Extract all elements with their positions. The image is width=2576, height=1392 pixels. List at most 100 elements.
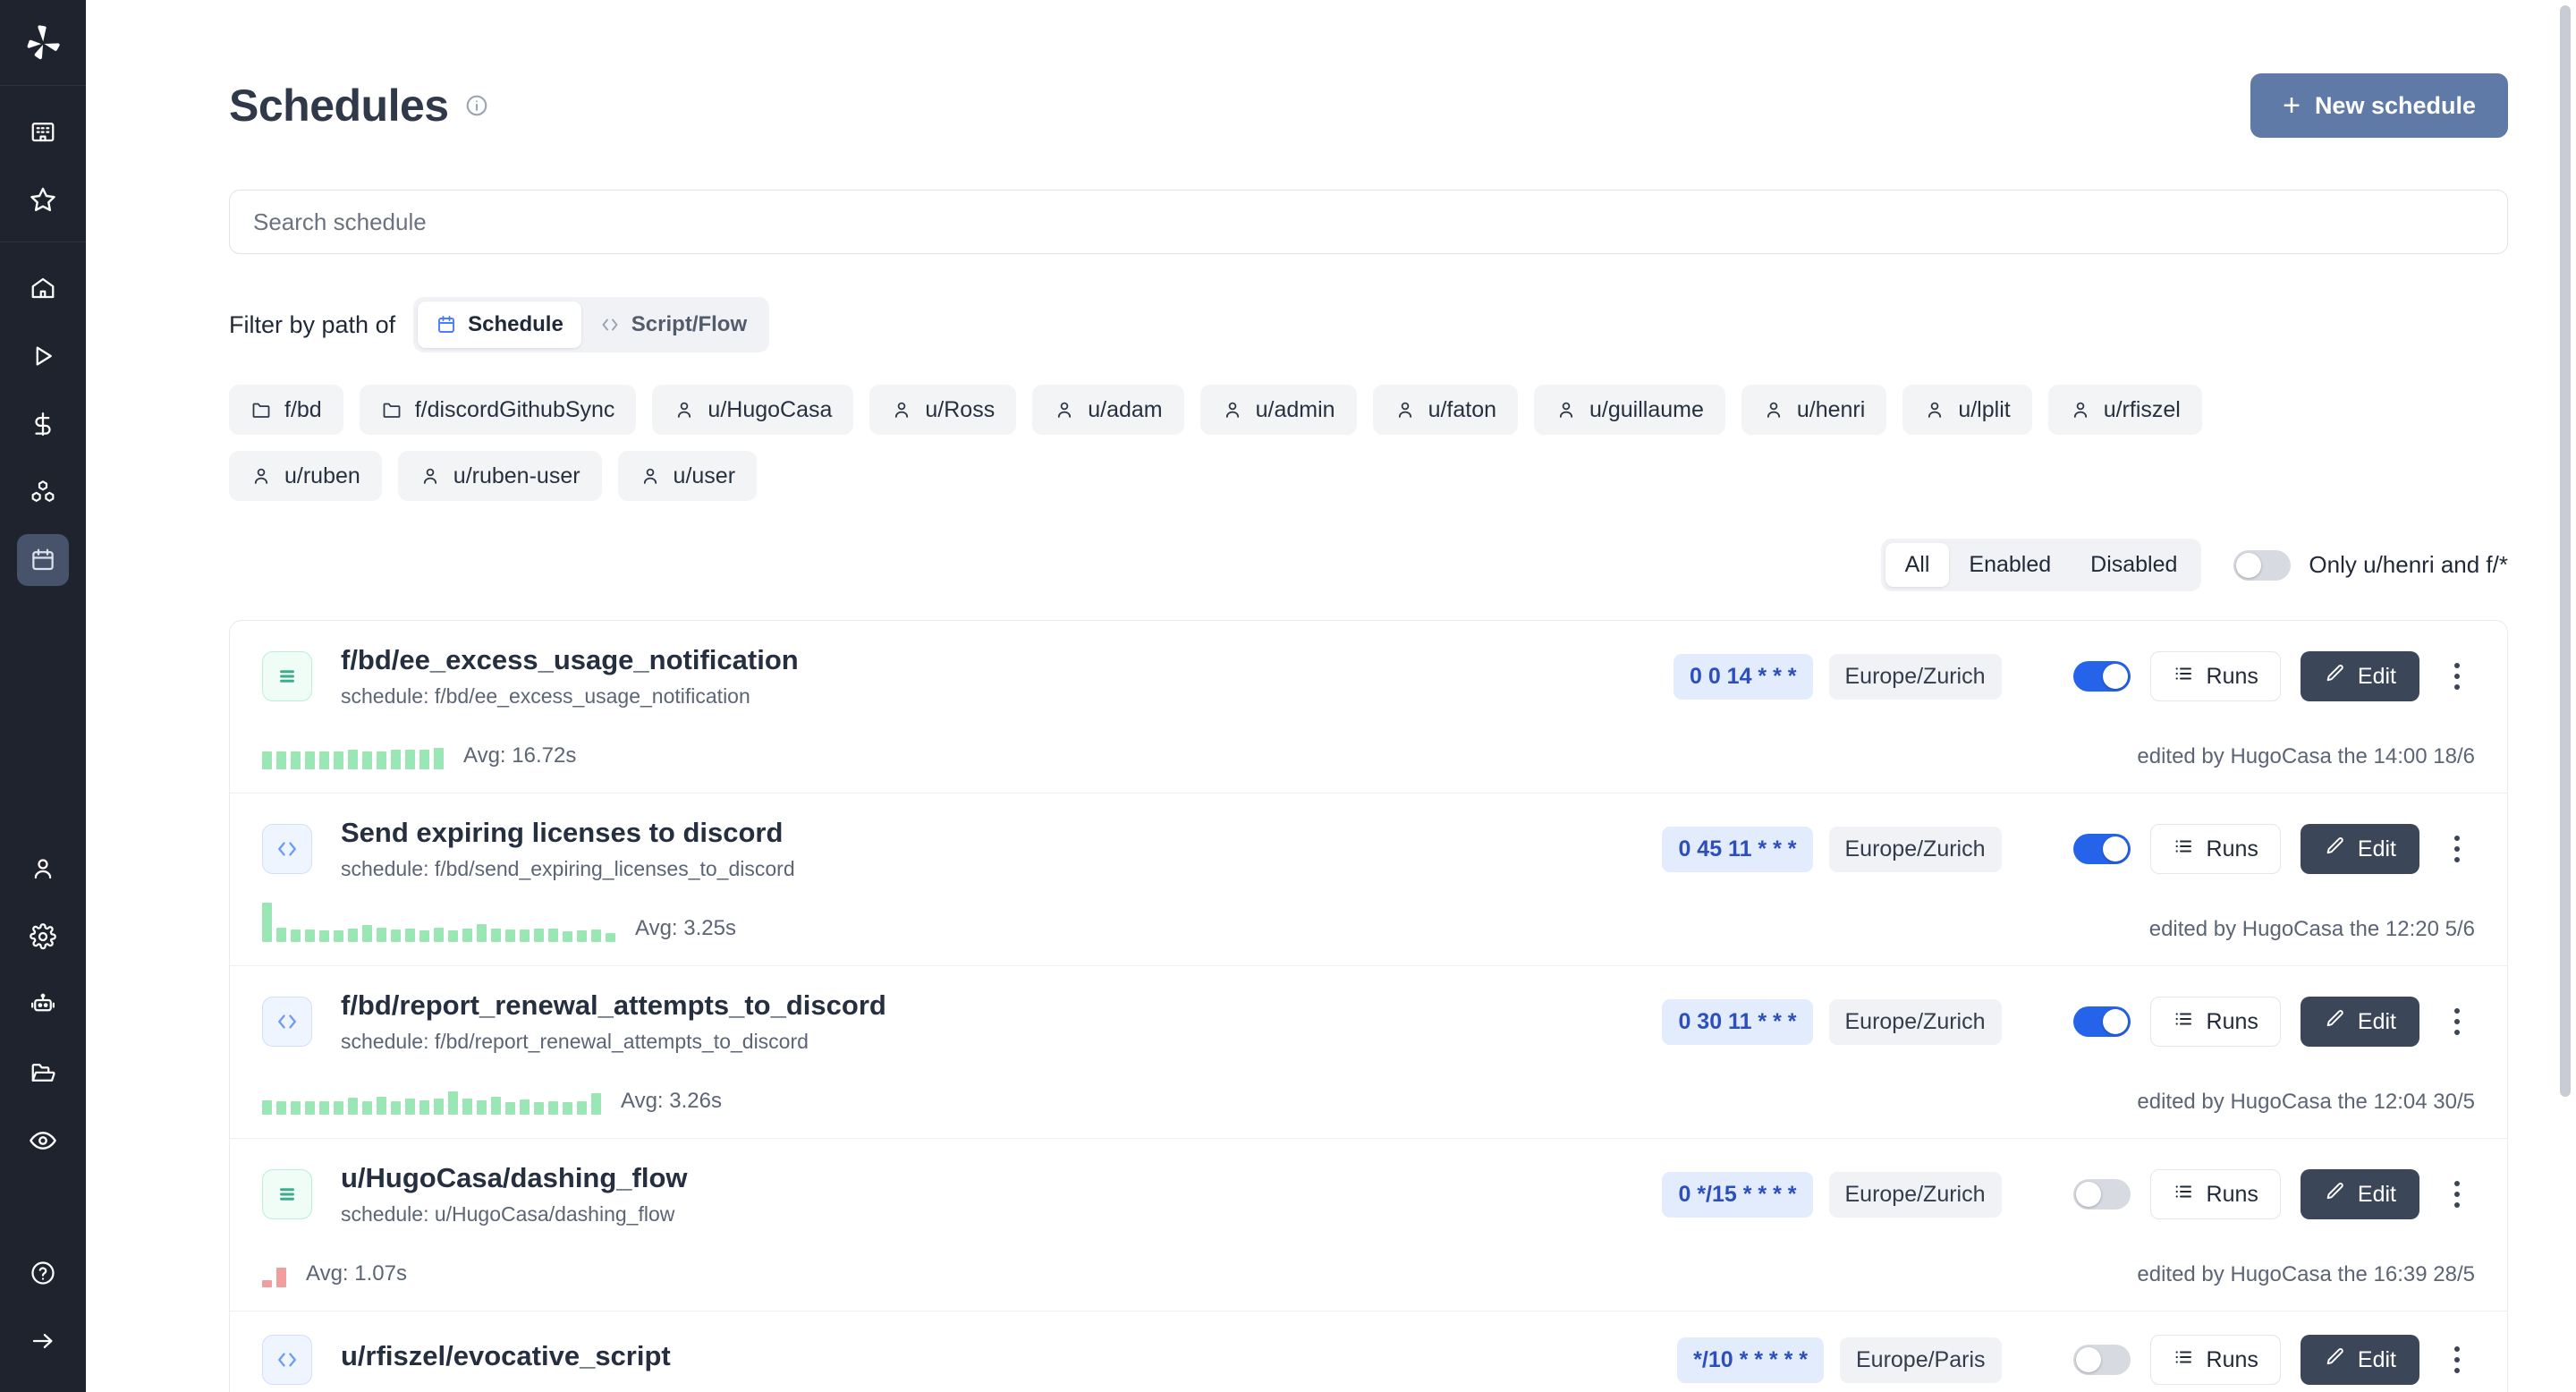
path-chip[interactable]: u/user	[618, 451, 757, 501]
filter-all[interactable]: All	[1885, 543, 1950, 587]
path-chip-label: u/guillaume	[1589, 397, 1704, 423]
sidebar-item-folders[interactable]	[17, 1047, 69, 1099]
sidebar-item-schedules[interactable]	[17, 534, 69, 586]
runs-list-icon	[2173, 1008, 2194, 1036]
path-chip[interactable]: u/henri	[1741, 385, 1886, 435]
schedule-actions: Runs Edit	[2073, 1335, 2475, 1385]
runs-button[interactable]: Runs	[2150, 1169, 2281, 1219]
info-icon[interactable]	[465, 94, 488, 117]
timezone-badge: Europe/Zurich	[1829, 1172, 2002, 1218]
filter-type-tabs: Schedule Script/Flow	[413, 297, 769, 352]
schedule-actions: Runs Edit	[2073, 997, 2475, 1047]
spark-bar	[262, 1280, 272, 1287]
tab-script-flow[interactable]: Script/Flow	[581, 301, 765, 348]
sidebar-item-account[interactable]	[17, 843, 69, 895]
only-mine-switch[interactable]	[2233, 550, 2291, 581]
path-chip[interactable]: u/admin	[1200, 385, 1357, 435]
path-chip[interactable]: u/lplit	[1902, 385, 2031, 435]
script-icon	[262, 1335, 312, 1385]
spark-bar	[405, 1099, 415, 1115]
path-chip[interactable]: u/ruben	[229, 451, 382, 501]
edit-label: Edit	[2358, 1009, 2396, 1035]
path-chip[interactable]: u/rfiszel	[2048, 385, 2202, 435]
spark-bar	[606, 933, 615, 942]
path-chip[interactable]: u/guillaume	[1534, 385, 1725, 435]
edited-by-text: edited by HugoCasa the 14:00 18/6	[2137, 744, 2475, 769]
path-chip[interactable]: f/bd	[229, 385, 343, 435]
edit-button[interactable]: Edit	[2301, 651, 2419, 701]
sidebar-item-runs[interactable]	[17, 330, 69, 382]
more-options-icon[interactable]	[2439, 824, 2475, 874]
tab-schedule[interactable]: Schedule	[418, 301, 581, 348]
sidebar-item-favorites[interactable]	[17, 174, 69, 225]
filter-disabled[interactable]: Disabled	[2071, 543, 2197, 587]
vertical-scrollbar[interactable]	[2560, 5, 2571, 1097]
user-icon	[640, 465, 661, 487]
spark-bar	[319, 930, 329, 942]
more-options-icon[interactable]	[2439, 651, 2475, 701]
filter-enabled[interactable]: Enabled	[1949, 543, 2071, 587]
path-chip[interactable]: u/adam	[1032, 385, 1183, 435]
pencil-icon	[2324, 663, 2345, 691]
sidebar-item-expand[interactable]	[17, 1315, 69, 1367]
list-tools-row: All Enabled Disabled Only u/henri and f/…	[86, 501, 2576, 591]
edit-button[interactable]: Edit	[2301, 997, 2419, 1047]
sidebar-item-resources[interactable]	[17, 466, 69, 518]
user-icon	[674, 399, 695, 420]
spark-bar	[505, 929, 515, 942]
sidebar-item-help[interactable]	[17, 1247, 69, 1299]
runs-button[interactable]: Runs	[2150, 824, 2281, 874]
spark-bar	[319, 1101, 329, 1115]
sidebar-item-usage[interactable]	[17, 398, 69, 450]
spark-bar	[577, 1101, 587, 1115]
more-options-icon[interactable]	[2439, 1169, 2475, 1219]
edit-button[interactable]: Edit	[2301, 1169, 2419, 1219]
path-chip[interactable]: u/Ross	[869, 385, 1016, 435]
spark-bar	[348, 750, 358, 769]
runs-button[interactable]: Runs	[2150, 1335, 2281, 1385]
spark-bar	[305, 1101, 315, 1115]
sidebar-item-workers[interactable]	[17, 979, 69, 1031]
new-schedule-button[interactable]: + New schedule	[2250, 73, 2508, 138]
tab-script-flow-label: Script/Flow	[631, 312, 747, 337]
edit-button[interactable]: Edit	[2301, 1335, 2419, 1385]
spark-bar	[362, 925, 372, 942]
sidebar-item-workspace[interactable]	[17, 106, 69, 157]
schedule-enabled-switch[interactable]	[2073, 661, 2131, 692]
spark-bar	[548, 929, 558, 942]
edit-button[interactable]: Edit	[2301, 824, 2419, 874]
sidebar-item-audit-logs[interactable]	[17, 1115, 69, 1167]
more-options-icon[interactable]	[2439, 1335, 2475, 1385]
schedule-enabled-switch[interactable]	[2073, 1006, 2131, 1037]
windmill-logo-icon[interactable]	[0, 0, 86, 86]
pencil-icon	[2324, 1346, 2345, 1374]
sidebar-item-settings[interactable]	[17, 911, 69, 963]
schedule-row[interactable]: u/HugoCasa/dashing_flowschedule: u/HugoC…	[230, 1139, 2507, 1311]
app-root: Schedules + New schedule Filter by path …	[0, 0, 2576, 1392]
path-chip[interactable]: u/ruben-user	[398, 451, 602, 501]
schedule-names: u/rfiszel/evocative_script	[341, 1340, 1677, 1380]
schedule-enabled-switch[interactable]	[2073, 1345, 2131, 1375]
path-chip[interactable]: u/faton	[1373, 385, 1518, 435]
sparkline-chart	[262, 1074, 601, 1115]
runs-list-icon	[2173, 663, 2194, 691]
runs-button[interactable]: Runs	[2150, 997, 2281, 1047]
schedule-row[interactable]: f/bd/ee_excess_usage_notificationschedul…	[230, 621, 2507, 794]
runs-button[interactable]: Runs	[2150, 651, 2281, 701]
schedule-row[interactable]: f/bd/report_renewal_attempts_to_discords…	[230, 966, 2507, 1139]
path-chip[interactable]: u/HugoCasa	[652, 385, 853, 435]
more-options-icon[interactable]	[2439, 997, 2475, 1047]
edited-by-text: edited by HugoCasa the 12:20 5/6	[2149, 917, 2475, 942]
search-input[interactable]	[229, 190, 2508, 254]
schedule-row[interactable]: u/rfiszel/evocative_script*/10 * * * * *…	[230, 1311, 2507, 1392]
schedule-row[interactable]: Send expiring licenses to discordschedul…	[230, 794, 2507, 966]
user-icon	[2070, 399, 2091, 420]
spark-bar	[291, 1101, 301, 1115]
schedule-enabled-switch[interactable]	[2073, 834, 2131, 864]
spark-bar	[305, 751, 315, 769]
path-chip[interactable]: f/discordGithubSync	[360, 385, 637, 435]
sidebar-item-home[interactable]	[17, 262, 69, 314]
user-icon	[1054, 399, 1075, 420]
spark-bar	[434, 748, 444, 769]
schedule-enabled-switch[interactable]	[2073, 1179, 2131, 1210]
